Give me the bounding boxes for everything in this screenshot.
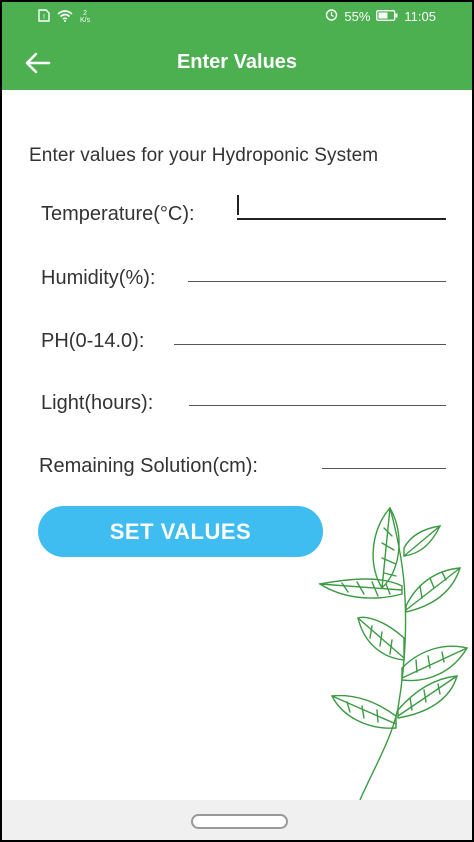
network-speed-value: 2 — [83, 10, 88, 17]
home-gesture-bar[interactable] — [191, 814, 288, 829]
page-title: Enter Values — [176, 51, 298, 73]
clock: 11:05 — [404, 8, 436, 24]
remaining-solution-label: Remaining Solution(cm): — [39, 455, 258, 477]
humidity-input[interactable] — [188, 281, 446, 282]
light-label: Light(hours): — [41, 392, 154, 414]
network-speed-unit: K/s — [80, 17, 91, 24]
temperature-label: Temperature(°C): — [41, 203, 195, 225]
battery-icon — [376, 9, 398, 24]
svg-text:!: ! — [43, 14, 45, 21]
system-nav-bar — [2, 800, 472, 840]
humidity-label: Humidity(%): — [41, 267, 156, 289]
form-intro: Enter values for your Hydroponic System — [29, 145, 379, 166]
ph-input[interactable] — [174, 344, 446, 345]
remaining-solution-input[interactable] — [322, 468, 446, 469]
leaf-branch-illustration — [318, 506, 469, 801]
set-values-button[interactable]: SET VALUES — [38, 506, 323, 557]
temperature-input[interactable] — [237, 218, 446, 220]
network-speed: 2 K/s — [80, 10, 90, 24]
top-bar: ! 2 K/s 55% 11:05 Enter Values — [2, 2, 472, 90]
ph-label: PH(0-14.0): — [41, 330, 145, 352]
light-input[interactable] — [189, 405, 446, 406]
alarm-icon — [325, 8, 338, 24]
wifi-icon — [57, 9, 73, 25]
battery-percent: 55% — [344, 8, 371, 24]
status-bar: ! 2 K/s 55% 11:05 — [2, 2, 472, 30]
sim-icon: ! — [38, 9, 50, 25]
text-cursor — [237, 195, 239, 215]
